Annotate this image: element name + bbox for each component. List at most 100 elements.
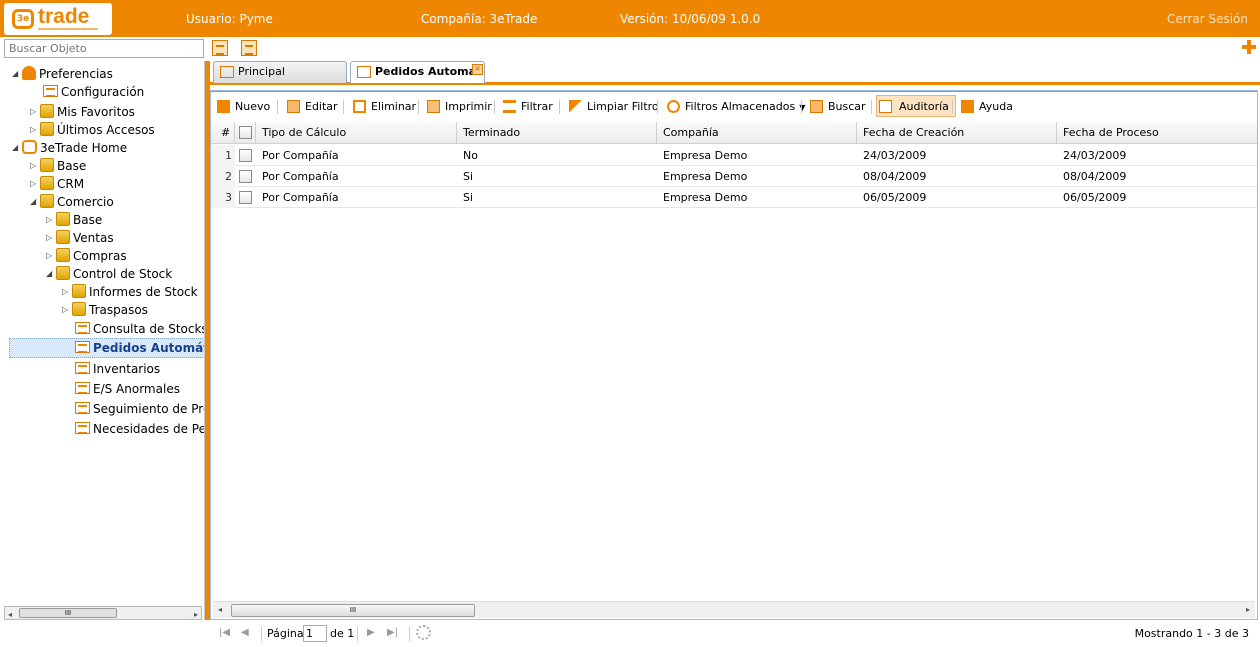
tree-item-traspasos[interactable]: ▷ Traspasos [62,301,148,319]
grid-horizontal-scrollbar[interactable]: ◂ III ▸ [213,601,1255,618]
tree-item-configuracion[interactable]: Configuración [43,83,144,101]
page-number-input[interactable]: 1 [303,625,327,642]
edit-button[interactable]: Editar [285,96,338,118]
table-row[interactable]: 2 Por Compañía Si Empresa Demo 08/04/200… [211,166,1257,187]
collapsed-arrow-icon[interactable]: ▷ [46,247,56,265]
search-button[interactable]: Buscar [808,96,866,118]
refresh-icon[interactable] [416,625,431,640]
tab-pedidos[interactable]: Pedidos Automát × [350,61,485,83]
row-checkbox[interactable] [239,149,252,162]
help-button[interactable]: Ayuda [959,96,1013,118]
separator [418,100,419,114]
separator [801,100,802,114]
tree-item-es-anormales[interactable]: E/S Anormales [75,380,180,398]
logo-mark-icon: 3e [12,9,34,29]
scroll-thumb[interactable]: III [19,608,117,618]
scroll-thumb[interactable]: III [231,604,475,617]
collapsed-arrow-icon[interactable]: ▷ [30,175,40,193]
column-header-terminado[interactable]: Terminado [457,122,657,144]
scroll-right-icon[interactable]: ▸ [194,610,198,619]
tree-label: Compras [73,249,127,263]
window-icon [75,341,90,353]
search-input[interactable] [4,39,204,58]
tree-view-icon[interactable] [212,40,228,56]
stored-filters-dropdown[interactable]: Filtros Almacenados ▼ [665,96,805,118]
sidebar-horizontal-scrollbar[interactable]: ◂ III ▸ [4,606,202,620]
help-icon [961,100,974,113]
tree-item-consulta[interactable]: Consulta de Stocks [75,320,204,338]
tree-item-home[interactable]: ◢ 3eTrade Home [12,139,127,157]
logout-link[interactable]: Cerrar Sesión [1167,12,1248,26]
collapsed-arrow-icon[interactable]: ▷ [62,301,72,319]
logo-text: trade [38,5,90,28]
tree-item-ultimos[interactable]: ▷ Últimos Accesos [30,121,155,139]
print-button[interactable]: Imprimir [425,96,492,118]
tree-item-pedidos[interactable]: Pedidos Automáti [9,338,204,358]
tree-label: Seguimiento de Pro [93,402,205,416]
tree-label: Últimos Accesos [57,123,155,137]
tree-item-comercio-base[interactable]: ▷ Base [46,211,102,229]
prev-page-icon[interactable]: ◀ [241,627,249,638]
list-view-icon[interactable] [241,40,257,56]
audit-button[interactable]: Auditoría [876,95,956,117]
tree-label: CRM [57,177,85,191]
column-header-fecha-proceso[interactable]: Fecha de Proceso [1057,122,1257,144]
row-checkbox[interactable] [239,170,252,183]
folder-icon [56,248,70,262]
row-checkbox[interactable] [239,191,252,204]
table-row[interactable]: 1 Por Compañía No Empresa Demo 24/03/200… [211,145,1257,166]
expand-icon[interactable] [1242,40,1256,54]
expanded-arrow-icon[interactable]: ◢ [30,193,40,211]
delete-button[interactable]: Eliminar [351,96,416,118]
column-header-tipo[interactable]: Tipo de Cálculo [256,122,457,144]
tree-item-ventas[interactable]: ▷ Ventas [46,229,114,247]
tree-label: Informes de Stock [89,285,198,299]
tree-item-favoritos[interactable]: ▷ Mis Favoritos [30,103,135,121]
collapsed-arrow-icon[interactable]: ▷ [30,121,40,139]
window-icon [43,85,58,97]
tree-item-comercio[interactable]: ◢ Comercio [30,193,114,211]
column-header-compania[interactable]: Compañía [657,122,857,144]
tree-item-informes[interactable]: ▷ Informes de Stock [62,283,198,301]
collapsed-arrow-icon[interactable]: ▷ [30,103,40,121]
cell-terminado: Si [463,191,474,204]
scroll-left-icon[interactable]: ◂ [218,605,222,614]
tree-item-preferencias[interactable]: ◢ Preferencias [12,65,113,83]
company-info: Compañía: 3eTrade [421,12,538,26]
search-bar [0,37,1260,60]
tree-item-compras[interactable]: ▷ Compras [46,247,127,265]
expanded-arrow-icon[interactable]: ◢ [46,265,56,283]
tree-item-base[interactable]: ▷ Base [30,157,86,175]
button-label: Eliminar [371,100,417,113]
window-icon [75,422,90,434]
expanded-arrow-icon[interactable]: ◢ [12,65,22,83]
tree-item-seguimiento[interactable]: Seguimiento de Pro [75,400,205,418]
new-button[interactable]: Nuevo [215,96,270,118]
delete-icon [353,100,366,113]
tree-item-control-stock[interactable]: ◢ Control de Stock [46,265,172,283]
separator [871,100,872,114]
filter-button[interactable]: Filtrar [501,96,553,118]
scroll-right-icon[interactable]: ▸ [1246,605,1250,614]
collapsed-arrow-icon[interactable]: ▷ [30,157,40,175]
tree-item-necesidades[interactable]: Necesidades de Pec [75,420,204,438]
tab-principal[interactable]: Principal [213,61,347,83]
clear-filter-button[interactable]: Limpiar Filtro [567,96,659,118]
close-tab-icon[interactable]: × [472,64,483,75]
select-all-checkbox[interactable] [239,126,252,139]
tree-item-crm[interactable]: ▷ CRM [30,175,84,193]
last-page-icon[interactable]: ▶| [387,627,398,638]
tree-item-inventarios[interactable]: Inventarios [75,360,160,378]
expanded-arrow-icon[interactable]: ◢ [12,139,22,157]
collapsed-arrow-icon[interactable]: ▷ [46,229,56,247]
collapsed-arrow-icon[interactable]: ▷ [62,283,72,301]
table-row[interactable]: 3 Por Compañía Si Empresa Demo 06/05/200… [211,187,1257,208]
scroll-left-icon[interactable]: ◂ [8,610,12,619]
folder-icon [72,302,86,316]
collapsed-arrow-icon[interactable]: ▷ [46,211,56,229]
grid-panel: Nuevo Editar Eliminar Imprimir Filtrar L… [210,90,1258,642]
next-page-icon[interactable]: ▶ [367,627,375,638]
button-label: Imprimir [445,100,492,113]
column-header-fecha-creacion[interactable]: Fecha de Creación [857,122,1057,144]
first-page-icon[interactable]: |◀ [219,627,230,638]
